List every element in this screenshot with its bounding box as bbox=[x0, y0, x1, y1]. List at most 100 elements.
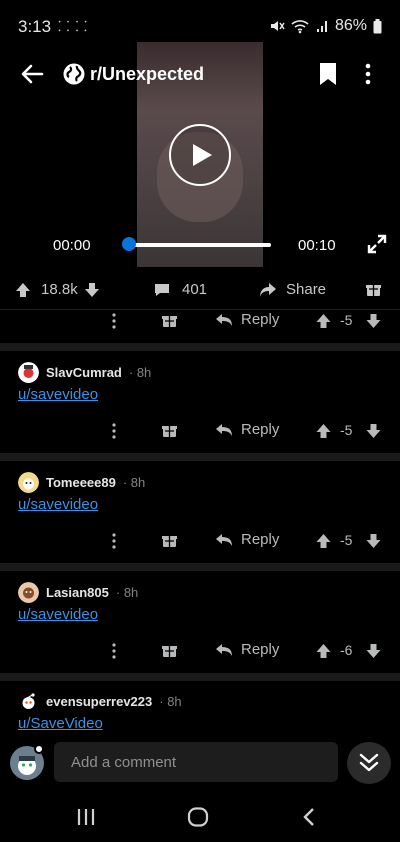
comment-header: Tomeeee89 · 8h bbox=[18, 470, 388, 494]
comment-age: · 8h bbox=[128, 364, 152, 380]
double-chevron-down-icon bbox=[359, 753, 379, 772]
back-icon[interactable] bbox=[302, 807, 316, 827]
comment-action-row: Reply -5 bbox=[0, 530, 400, 554]
reply-button[interactable]: Reply bbox=[215, 641, 279, 658]
vote-group: 18.8k bbox=[15, 281, 100, 298]
fullscreen-icon[interactable] bbox=[367, 234, 387, 254]
play-button[interactable] bbox=[169, 124, 231, 186]
comment-author[interactable]: Lasian805 bbox=[46, 585, 109, 600]
mute-icon bbox=[270, 21, 285, 31]
comment-link[interactable]: u/SaveVideo bbox=[18, 715, 103, 732]
comment-link[interactable]: u/savevideo bbox=[18, 386, 98, 403]
reply-label: Reply bbox=[241, 311, 280, 328]
comment-separator bbox=[0, 343, 400, 351]
status-notification-icons: ⸬ ⸬ bbox=[58, 18, 89, 34]
comment-score: -5 bbox=[340, 532, 353, 548]
back-arrow-icon[interactable] bbox=[18, 60, 46, 88]
comment-downvote-icon[interactable] bbox=[366, 423, 381, 439]
share-icon bbox=[260, 282, 276, 297]
comment-downvote-icon[interactable] bbox=[366, 313, 381, 329]
recent-apps-icon[interactable] bbox=[76, 808, 96, 826]
award-icon[interactable] bbox=[366, 282, 381, 297]
subreddit-title[interactable]: r/Unexpected bbox=[90, 64, 204, 85]
comment-age: · 8h bbox=[122, 474, 146, 490]
more-options-icon[interactable] bbox=[364, 62, 372, 86]
reply-icon bbox=[216, 643, 232, 656]
battery-percent: 86% bbox=[334, 17, 367, 34]
status-right: 86% bbox=[269, 17, 382, 35]
comment-more-icon[interactable] bbox=[111, 422, 117, 440]
comment-score: -6 bbox=[340, 642, 353, 658]
globe-icon bbox=[63, 63, 85, 85]
share-label: Share bbox=[286, 281, 327, 298]
share-button[interactable]: Share bbox=[259, 281, 326, 298]
reply-button[interactable]: Reply bbox=[215, 311, 279, 328]
post-comment-count: 401 bbox=[182, 281, 208, 298]
comment-action-row: Reply -5 bbox=[0, 420, 400, 444]
avatar[interactable] bbox=[18, 691, 39, 712]
video-current-time: 00:00 bbox=[53, 237, 91, 254]
reply-label: Reply bbox=[241, 531, 280, 548]
video-scrubber-handle[interactable] bbox=[122, 237, 136, 251]
reply-button[interactable]: Reply bbox=[215, 421, 279, 438]
comment-separator bbox=[0, 453, 400, 461]
downvote-icon[interactable] bbox=[84, 282, 100, 298]
comment-downvote-icon[interactable] bbox=[366, 643, 381, 659]
comment-score: -5 bbox=[340, 312, 353, 328]
comment-separator bbox=[0, 673, 400, 681]
reply-label: Reply bbox=[241, 421, 280, 438]
comment-header: SlavCumrad · 8h bbox=[18, 360, 388, 384]
jump-to-next-button[interactable] bbox=[347, 742, 391, 784]
comment-input[interactable]: Add a comment bbox=[54, 742, 338, 782]
comment-award-icon[interactable] bbox=[162, 643, 177, 658]
post-action-bar: 18.8k 401 Share bbox=[0, 276, 400, 306]
comment-upvote-icon[interactable] bbox=[316, 643, 331, 659]
signal-icon bbox=[316, 21, 327, 32]
avatar[interactable] bbox=[18, 361, 39, 383]
wifi-icon bbox=[291, 20, 309, 34]
avatar[interactable] bbox=[18, 471, 39, 493]
avatar[interactable] bbox=[18, 581, 39, 603]
comment-award-icon[interactable] bbox=[162, 313, 177, 328]
comment-header: evensuperrev223 · 8h bbox=[18, 689, 388, 713]
top-bar: r/Unexpected bbox=[0, 52, 400, 98]
battery-icon bbox=[373, 18, 382, 33]
comment-author[interactable]: evensuperrev223 bbox=[46, 694, 152, 709]
comment-icon bbox=[155, 283, 169, 296]
system-nav-bar bbox=[0, 795, 400, 842]
comment-age: · 8h bbox=[115, 584, 139, 600]
comment-link[interactable]: u/savevideo bbox=[18, 606, 98, 623]
comment-composer: Add a comment bbox=[0, 738, 400, 790]
comment-downvote-icon[interactable] bbox=[366, 533, 381, 549]
reply-icon bbox=[216, 313, 232, 326]
comment-upvote-icon[interactable] bbox=[316, 533, 331, 549]
comment-more-icon[interactable] bbox=[111, 642, 117, 660]
comment-header: Lasian805 · 8h bbox=[18, 580, 388, 604]
reply-label: Reply bbox=[241, 641, 280, 658]
status-time: 3:13 bbox=[18, 17, 52, 36]
comment-action-row: Reply -5 bbox=[0, 310, 400, 334]
comment-upvote-icon[interactable] bbox=[316, 313, 331, 329]
upvote-icon[interactable] bbox=[15, 282, 31, 298]
reply-icon bbox=[216, 533, 232, 546]
post-vote-count: 18.8k bbox=[41, 281, 78, 298]
comment-more-icon[interactable] bbox=[111, 312, 117, 330]
comment-action-row: Reply -6 bbox=[0, 640, 400, 664]
reply-button[interactable]: Reply bbox=[215, 531, 279, 548]
comment-author[interactable]: Tomeeee89 bbox=[46, 475, 116, 490]
comment-separator bbox=[0, 563, 400, 571]
comments-button[interactable]: 401 bbox=[154, 281, 207, 298]
comment-link[interactable]: u/savevideo bbox=[18, 496, 98, 513]
bookmark-icon[interactable] bbox=[318, 62, 338, 86]
video-duration: 00:10 bbox=[298, 237, 336, 254]
comment-award-icon[interactable] bbox=[162, 423, 177, 438]
online-indicator bbox=[34, 744, 44, 754]
reply-icon bbox=[216, 423, 232, 436]
comment-upvote-icon[interactable] bbox=[316, 423, 331, 439]
home-icon[interactable] bbox=[187, 807, 209, 827]
comment-award-icon[interactable] bbox=[162, 533, 177, 548]
comment-more-icon[interactable] bbox=[111, 532, 117, 550]
video-progress-track[interactable] bbox=[128, 243, 271, 247]
play-icon bbox=[193, 144, 212, 166]
comment-author[interactable]: SlavCumrad bbox=[46, 365, 122, 380]
